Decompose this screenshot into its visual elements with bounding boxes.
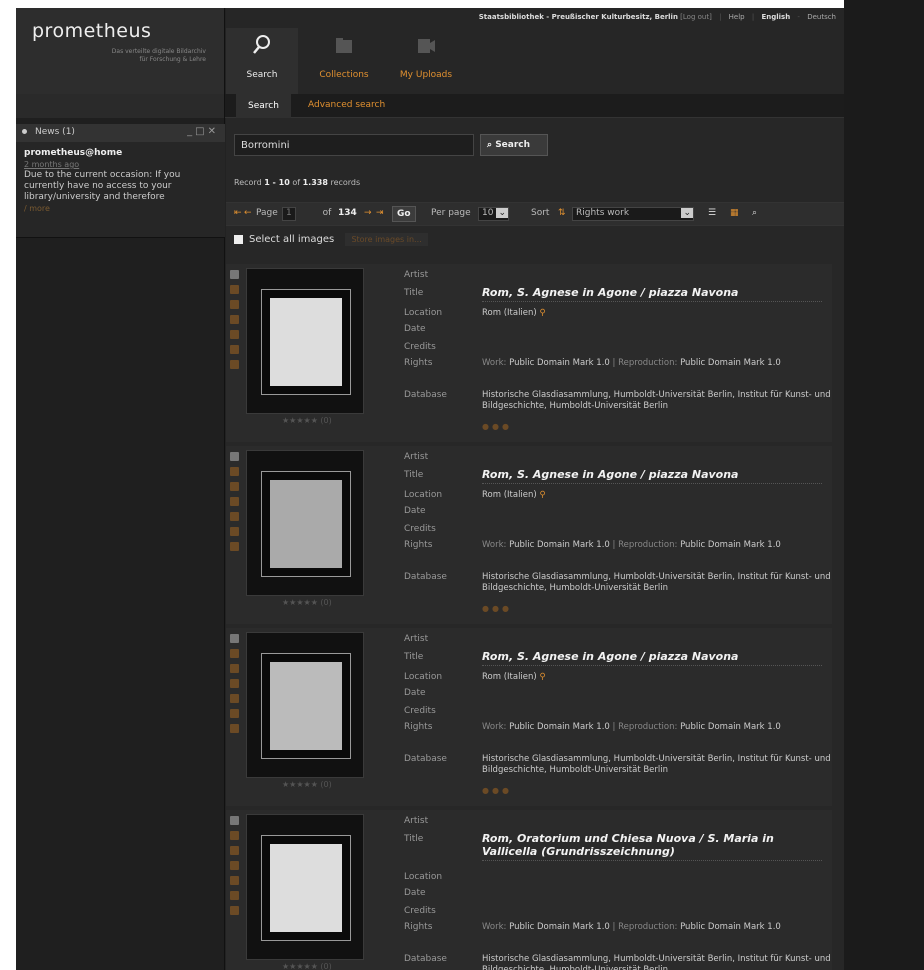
record-count: Record 1 - 10 of 1.338 records: [234, 178, 361, 187]
first-page-icon[interactable]: ⇤: [234, 208, 242, 218]
page-count: 134: [338, 208, 357, 218]
tab-advanced-search[interactable]: Advanced search: [308, 100, 385, 110]
record-location: Rom (Italien) ⚲: [482, 672, 546, 682]
selection-row: Select all images Store images in...: [234, 233, 428, 246]
help-link[interactable]: Help: [729, 13, 745, 21]
last-page-icon[interactable]: ⇥: [376, 208, 384, 218]
news-title: prometheus@home: [24, 148, 123, 158]
result-record: ★★★★★ (0) Artist Title Location Date Cre…: [226, 810, 832, 970]
go-button[interactable]: Go: [392, 206, 416, 222]
record-title[interactable]: Rom, Oratorium und Chiesa Nuova / S. Mar…: [482, 832, 822, 861]
rating-stars[interactable]: ★★★★★ (0): [282, 962, 332, 970]
page-input[interactable]: 1: [282, 207, 296, 221]
thumbnail[interactable]: [246, 268, 364, 414]
record-tools[interactable]: [230, 452, 240, 557]
news-text: Due to the current occasion: If you curr…: [24, 170, 181, 202]
window-controls[interactable]: _□✕: [187, 126, 219, 137]
logo-panel: prometheus Das verteilte digitale Bildar…: [16, 8, 225, 94]
app-frame: prometheus Das verteilte digitale Bildar…: [16, 8, 844, 970]
pager-bar: ⇤ ← Page 1 of 134 → ⇥ Go Per page 10 ⌄ So…: [226, 202, 844, 226]
thumbnail[interactable]: [246, 814, 364, 960]
record-tools[interactable]: [230, 634, 240, 739]
record-rights: Work: Public Domain Mark 1.0 | Reproduct…: [482, 540, 781, 550]
sort-direction-icon[interactable]: ⇅: [558, 208, 566, 218]
record-tools[interactable]: [230, 270, 240, 375]
thumbnail[interactable]: [246, 450, 364, 596]
lang-english[interactable]: English: [761, 13, 790, 21]
select-all-checkbox[interactable]: [234, 234, 243, 244]
nav-search[interactable]: Search: [226, 28, 298, 94]
sidebar: News (1) _□✕ prometheus@home 2 months ag…: [16, 118, 225, 970]
tab-search[interactable]: Search: [236, 94, 291, 118]
result-record: ★★★★★ (0) Artist Title Location Date Cre…: [226, 628, 832, 806]
rating-stars[interactable]: ★★★★★ (0): [282, 416, 332, 425]
sub-tabs: Search Advanced search: [16, 94, 844, 118]
top-menu: Staatsbibliothek - Preußischer Kulturbes…: [478, 13, 836, 21]
per-page-select[interactable]: 10 ⌄: [478, 207, 509, 221]
thumbnail[interactable]: [246, 632, 364, 778]
next-page-icon[interactable]: →: [364, 208, 372, 218]
record-database: Historische Glasdiasammlung, Humboldt-Un…: [482, 572, 831, 593]
search-icon: [226, 34, 298, 62]
bullet-icon: [22, 129, 27, 134]
folder-icon: [308, 34, 380, 62]
zoom-icon[interactable]: ⌕: [752, 208, 757, 218]
store-images-button[interactable]: Store images in...: [345, 233, 428, 246]
news-panel: News (1) _□✕ prometheus@home 2 months ag…: [16, 124, 225, 238]
logo[interactable]: prometheus: [32, 20, 151, 42]
map-pin-icon[interactable]: ⚲: [539, 490, 545, 500]
rating-stars[interactable]: ★★★★★ (0): [282, 598, 332, 607]
result-record: ★★★★★ (0) Artist Title Location Date Cre…: [226, 264, 832, 442]
upload-icon: [390, 34, 462, 62]
record-rights: Work: Public Domain Mark 1.0 | Reproduct…: [482, 358, 781, 368]
grid-view-icon[interactable]: ▦: [730, 208, 739, 218]
record-location: Rom (Italien) ⚲: [482, 308, 546, 318]
search-row: ⌕ Search: [234, 134, 548, 156]
map-pin-icon[interactable]: ⚲: [539, 308, 545, 318]
record-actions[interactable]: ●●●: [482, 604, 512, 613]
tagline: Das verteilte digitale Bildarchiv für Fo…: [111, 48, 206, 63]
record-title[interactable]: Rom, S. Agnese in Agone / piazza Navona: [482, 286, 822, 302]
map-pin-icon[interactable]: ⚲: [539, 672, 545, 682]
prev-page-icon[interactable]: ←: [244, 208, 252, 218]
record-actions[interactable]: ●●●: [482, 786, 512, 795]
record-title[interactable]: Rom, S. Agnese in Agone / piazza Navona: [482, 468, 822, 484]
record-tools[interactable]: [230, 816, 240, 921]
search-button[interactable]: ⌕ Search: [480, 134, 548, 156]
logout-link[interactable]: [Log out]: [680, 13, 712, 21]
record-rights: Work: Public Domain Mark 1.0 | Reproduct…: [482, 922, 781, 932]
news-more-link[interactable]: / more: [24, 203, 217, 214]
record-rights: Work: Public Domain Mark 1.0 | Reproduct…: [482, 722, 781, 732]
main-content: ⌕ Search Record 1 - 10 of 1.338 records …: [226, 118, 844, 970]
institution-name: Staatsbibliothek - Preußischer Kulturbes…: [478, 13, 678, 21]
rating-stars[interactable]: ★★★★★ (0): [282, 780, 332, 789]
lang-deutsch[interactable]: Deutsch: [807, 13, 836, 21]
record-database: Historische Glasdiasammlung, Humboldt-Un…: [482, 390, 831, 411]
record-location: Rom (Italien) ⚲: [482, 490, 546, 500]
result-record: ★★★★★ (0) Artist Title Location Date Cre…: [226, 446, 832, 624]
sort-select[interactable]: Rights work ⌄: [572, 207, 694, 221]
record-database: Historische Glasdiasammlung, Humboldt-Un…: [482, 954, 831, 970]
record-database: Historische Glasdiasammlung, Humboldt-Un…: [482, 754, 831, 775]
record-actions[interactable]: ●●●: [482, 422, 512, 431]
record-title[interactable]: Rom, S. Agnese in Agone / piazza Navona: [482, 650, 822, 666]
search-input[interactable]: [234, 134, 474, 156]
navbar: Staatsbibliothek - Preußischer Kulturbes…: [226, 8, 844, 94]
nav-uploads[interactable]: My Uploads: [390, 28, 462, 94]
list-view-icon[interactable]: ☰: [708, 208, 716, 218]
nav-collections[interactable]: Collections: [308, 28, 380, 94]
search-icon: ⌕: [487, 140, 493, 150]
news-header: News (1) _□✕: [16, 124, 225, 142]
news-time[interactable]: 2 months ago: [24, 159, 217, 170]
